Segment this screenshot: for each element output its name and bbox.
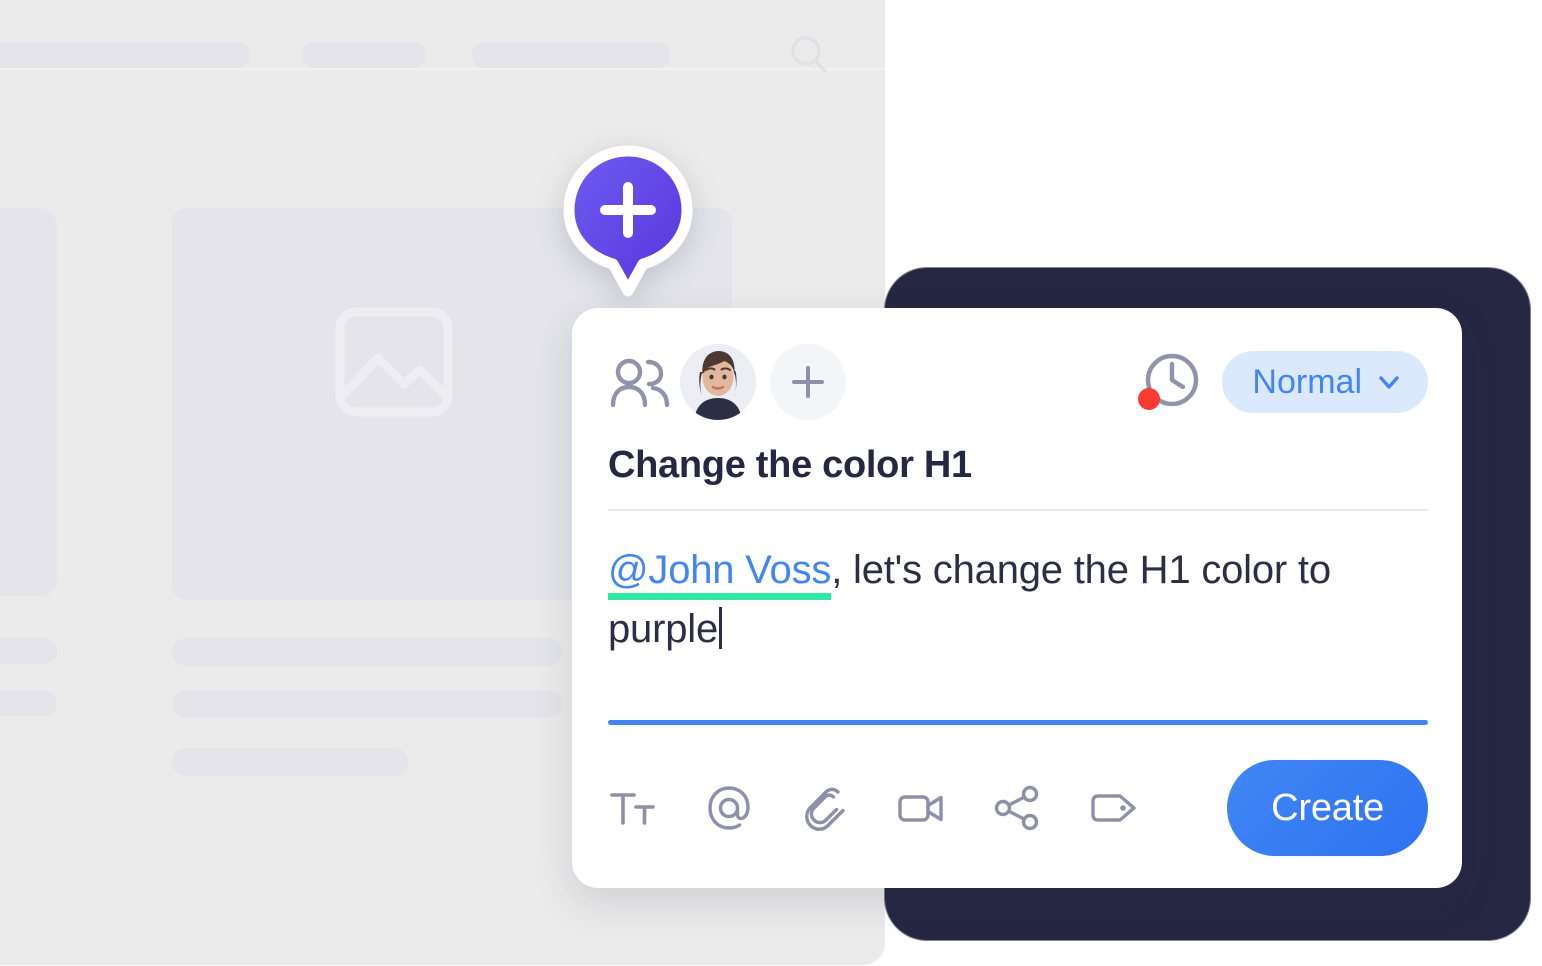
skeleton-line-right-3 bbox=[172, 748, 408, 776]
skeleton-sidebar-block bbox=[0, 208, 57, 596]
skeleton-line-right-2 bbox=[172, 690, 562, 718]
skeleton-line-right-1 bbox=[172, 638, 562, 666]
tag-icon[interactable] bbox=[1088, 783, 1138, 833]
chevron-down-icon bbox=[1379, 376, 1399, 389]
skeleton-line-left-2 bbox=[0, 690, 57, 716]
comment-composer-card: Normal Change the color H1 @John Voss, l… bbox=[572, 308, 1462, 888]
skeleton-tab-3 bbox=[302, 42, 426, 68]
video-camera-icon[interactable] bbox=[896, 783, 946, 833]
paperclip-icon[interactable] bbox=[800, 783, 850, 833]
image-placeholder-icon bbox=[332, 300, 456, 424]
at-mention-icon[interactable] bbox=[704, 783, 754, 833]
avatar[interactable] bbox=[680, 344, 756, 420]
priority-dropdown[interactable]: Normal bbox=[1222, 351, 1428, 413]
title-divider bbox=[608, 509, 1428, 511]
plus-pin-icon[interactable] bbox=[560, 145, 696, 297]
share-icon[interactable] bbox=[992, 783, 1042, 833]
card-header: Normal bbox=[608, 344, 1428, 420]
create-button[interactable]: Create bbox=[1227, 760, 1428, 856]
comment-body-input[interactable]: @John Voss, let's change the H1 color to… bbox=[608, 541, 1428, 681]
skeleton-tab-4 bbox=[472, 42, 670, 68]
people-icon[interactable] bbox=[608, 355, 670, 409]
page-title: Change the color H1 bbox=[608, 444, 972, 486]
skeleton-line-left-1 bbox=[0, 638, 57, 664]
avatar-image bbox=[680, 344, 756, 420]
text-caret bbox=[719, 607, 722, 650]
add-person-button[interactable] bbox=[770, 344, 846, 420]
priority-label: Normal bbox=[1252, 362, 1362, 401]
composer-toolbar: Create bbox=[608, 760, 1428, 856]
skeleton-tab-2 bbox=[56, 42, 250, 68]
clock-icon[interactable] bbox=[1138, 350, 1202, 414]
input-underline bbox=[608, 720, 1428, 725]
search-icon[interactable] bbox=[786, 32, 834, 80]
mention-chip[interactable]: @John Voss bbox=[608, 548, 831, 600]
text-format-icon[interactable] bbox=[608, 783, 658, 833]
